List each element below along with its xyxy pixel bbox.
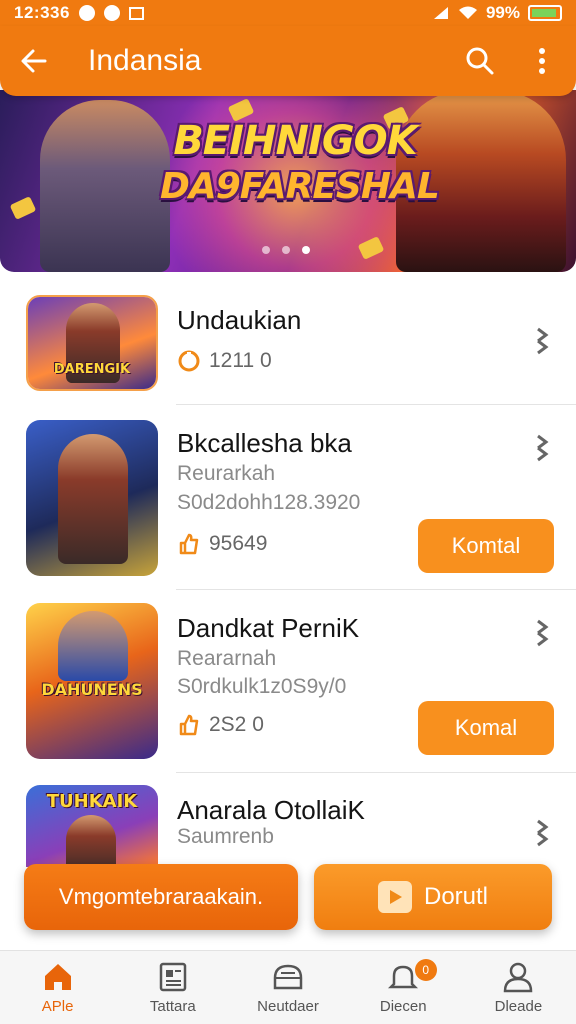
nav-item-notifications[interactable]: 0 Diecen: [346, 951, 461, 1024]
thumbnail-label: DAHUNENS: [41, 680, 143, 699]
more-vertical-icon: [539, 48, 545, 74]
battery-percent: 99%: [485, 3, 520, 22]
apps-icon: [159, 962, 187, 992]
back-button[interactable]: [14, 41, 54, 81]
more-options-button[interactable]: [522, 41, 562, 81]
item-more-icon[interactable]: [532, 432, 552, 464]
app-thumbnail: [26, 420, 158, 576]
list-item[interactable]: Bkcallesha bka Reurarkah S0d2dohh128.392…: [0, 418, 576, 590]
rating-icon: [178, 350, 200, 372]
arrow-left-icon: [21, 49, 47, 73]
install-button[interactable]: Komal: [418, 701, 554, 755]
thumbs-up-icon: [179, 714, 199, 736]
carousel-indicator: [262, 246, 310, 254]
play-cta-button[interactable]: Dorutl: [314, 864, 552, 930]
item-more-icon[interactable]: [532, 325, 552, 357]
search-icon: [466, 47, 494, 75]
thumbnail-label: DARENGIK: [53, 362, 131, 377]
item-subtitle: Saumrenb: [177, 825, 274, 848]
item-more-icon[interactable]: [532, 617, 552, 649]
banner-title: BEIHNIGOK DA9FARESHAL: [160, 118, 440, 210]
promo-banner[interactable]: BEIHNIGOK DA9FARESHAL: [0, 90, 576, 272]
primary-cta-button[interactable]: Vmgomtebraraakain.: [24, 864, 298, 930]
profile-icon: [504, 962, 533, 993]
carousel-dot[interactable]: [282, 246, 290, 254]
item-detail: S0d2dohh128.3920: [177, 491, 361, 514]
item-more-icon[interactable]: [532, 817, 552, 849]
status-time: 12:336: [14, 3, 70, 22]
item-title: Undaukian: [177, 305, 302, 335]
item-detail: S0rdkulk1z0S9y/0: [177, 675, 347, 698]
app-thumbnail: DAHUNENS: [26, 603, 158, 759]
app-thumbnail: TUHKAIK: [26, 785, 158, 867]
banner-hero-warrior: [40, 100, 170, 272]
inbox-icon: [273, 964, 303, 990]
nav-label: Dleade: [494, 998, 543, 1015]
nav-label: Diecen: [379, 998, 427, 1015]
nav-label: APle: [41, 998, 74, 1015]
app-bar: Indansia: [0, 26, 576, 96]
list-item[interactable]: DARENGIK Undaukian 1211 0: [0, 285, 576, 405]
divider: [176, 404, 576, 405]
carousel-dot[interactable]: [262, 246, 270, 254]
nav-item-home[interactable]: APle: [0, 951, 115, 1024]
item-meta: 2S2 0: [177, 713, 264, 737]
nav-item-apps[interactable]: Tattara: [115, 951, 230, 1024]
carousel-dot-active[interactable]: [302, 246, 310, 254]
battery-icon: [528, 5, 562, 21]
notification-icon: [103, 5, 120, 21]
play-icon: [377, 881, 412, 913]
nav-item-profile[interactable]: Dleade: [461, 951, 576, 1024]
notification-icon: [128, 6, 144, 20]
thumbnail-label: TUHKAIK: [46, 791, 138, 812]
item-meta: 1211 0: [177, 349, 272, 373]
item-title: Anarala OtollaiK: [177, 795, 365, 825]
banner-title-line1: BEIHNIGOK: [173, 118, 417, 164]
app-thumbnail: DARENGIK: [26, 295, 158, 391]
home-icon: [44, 964, 71, 990]
notification-badge: 0: [414, 959, 437, 981]
item-meta: 95649: [177, 532, 267, 556]
list-item[interactable]: TUHKAIK Anarala OtollaiK Saumrenb: [0, 783, 576, 873]
search-button[interactable]: [460, 41, 500, 81]
thumbs-up-icon: [179, 533, 199, 555]
list-item[interactable]: DAHUNENS Dandkat PerniK Reararnah S0rdku…: [0, 601, 576, 773]
coin-icon: [9, 196, 37, 220]
bottom-nav: APle Tattara Neutdaer 0 Diecen Dleade: [0, 950, 576, 1024]
item-subtitle: Reararnah: [177, 647, 277, 670]
play-cta-label: Dorutl: [423, 883, 489, 910]
item-title: Dandkat PerniK: [177, 613, 360, 643]
nav-label: Tattara: [149, 998, 196, 1015]
status-bar: 12:336 99%: [0, 0, 576, 26]
banner-title-line2: DA9FARESHAL: [160, 166, 440, 207]
notification-icon: [78, 5, 95, 21]
item-title: Bkcallesha bka: [177, 428, 352, 458]
divider: [176, 772, 576, 773]
signal-icon: [433, 7, 448, 19]
nav-item-inbox[interactable]: Neutdaer: [230, 951, 345, 1024]
nav-label: Neutdaer: [257, 998, 319, 1015]
install-button[interactable]: Komtal: [418, 519, 554, 573]
page-title: Indansia: [88, 44, 202, 77]
divider: [176, 589, 576, 590]
item-subtitle: Reurarkah: [177, 462, 276, 485]
wifi-icon: [458, 6, 477, 19]
